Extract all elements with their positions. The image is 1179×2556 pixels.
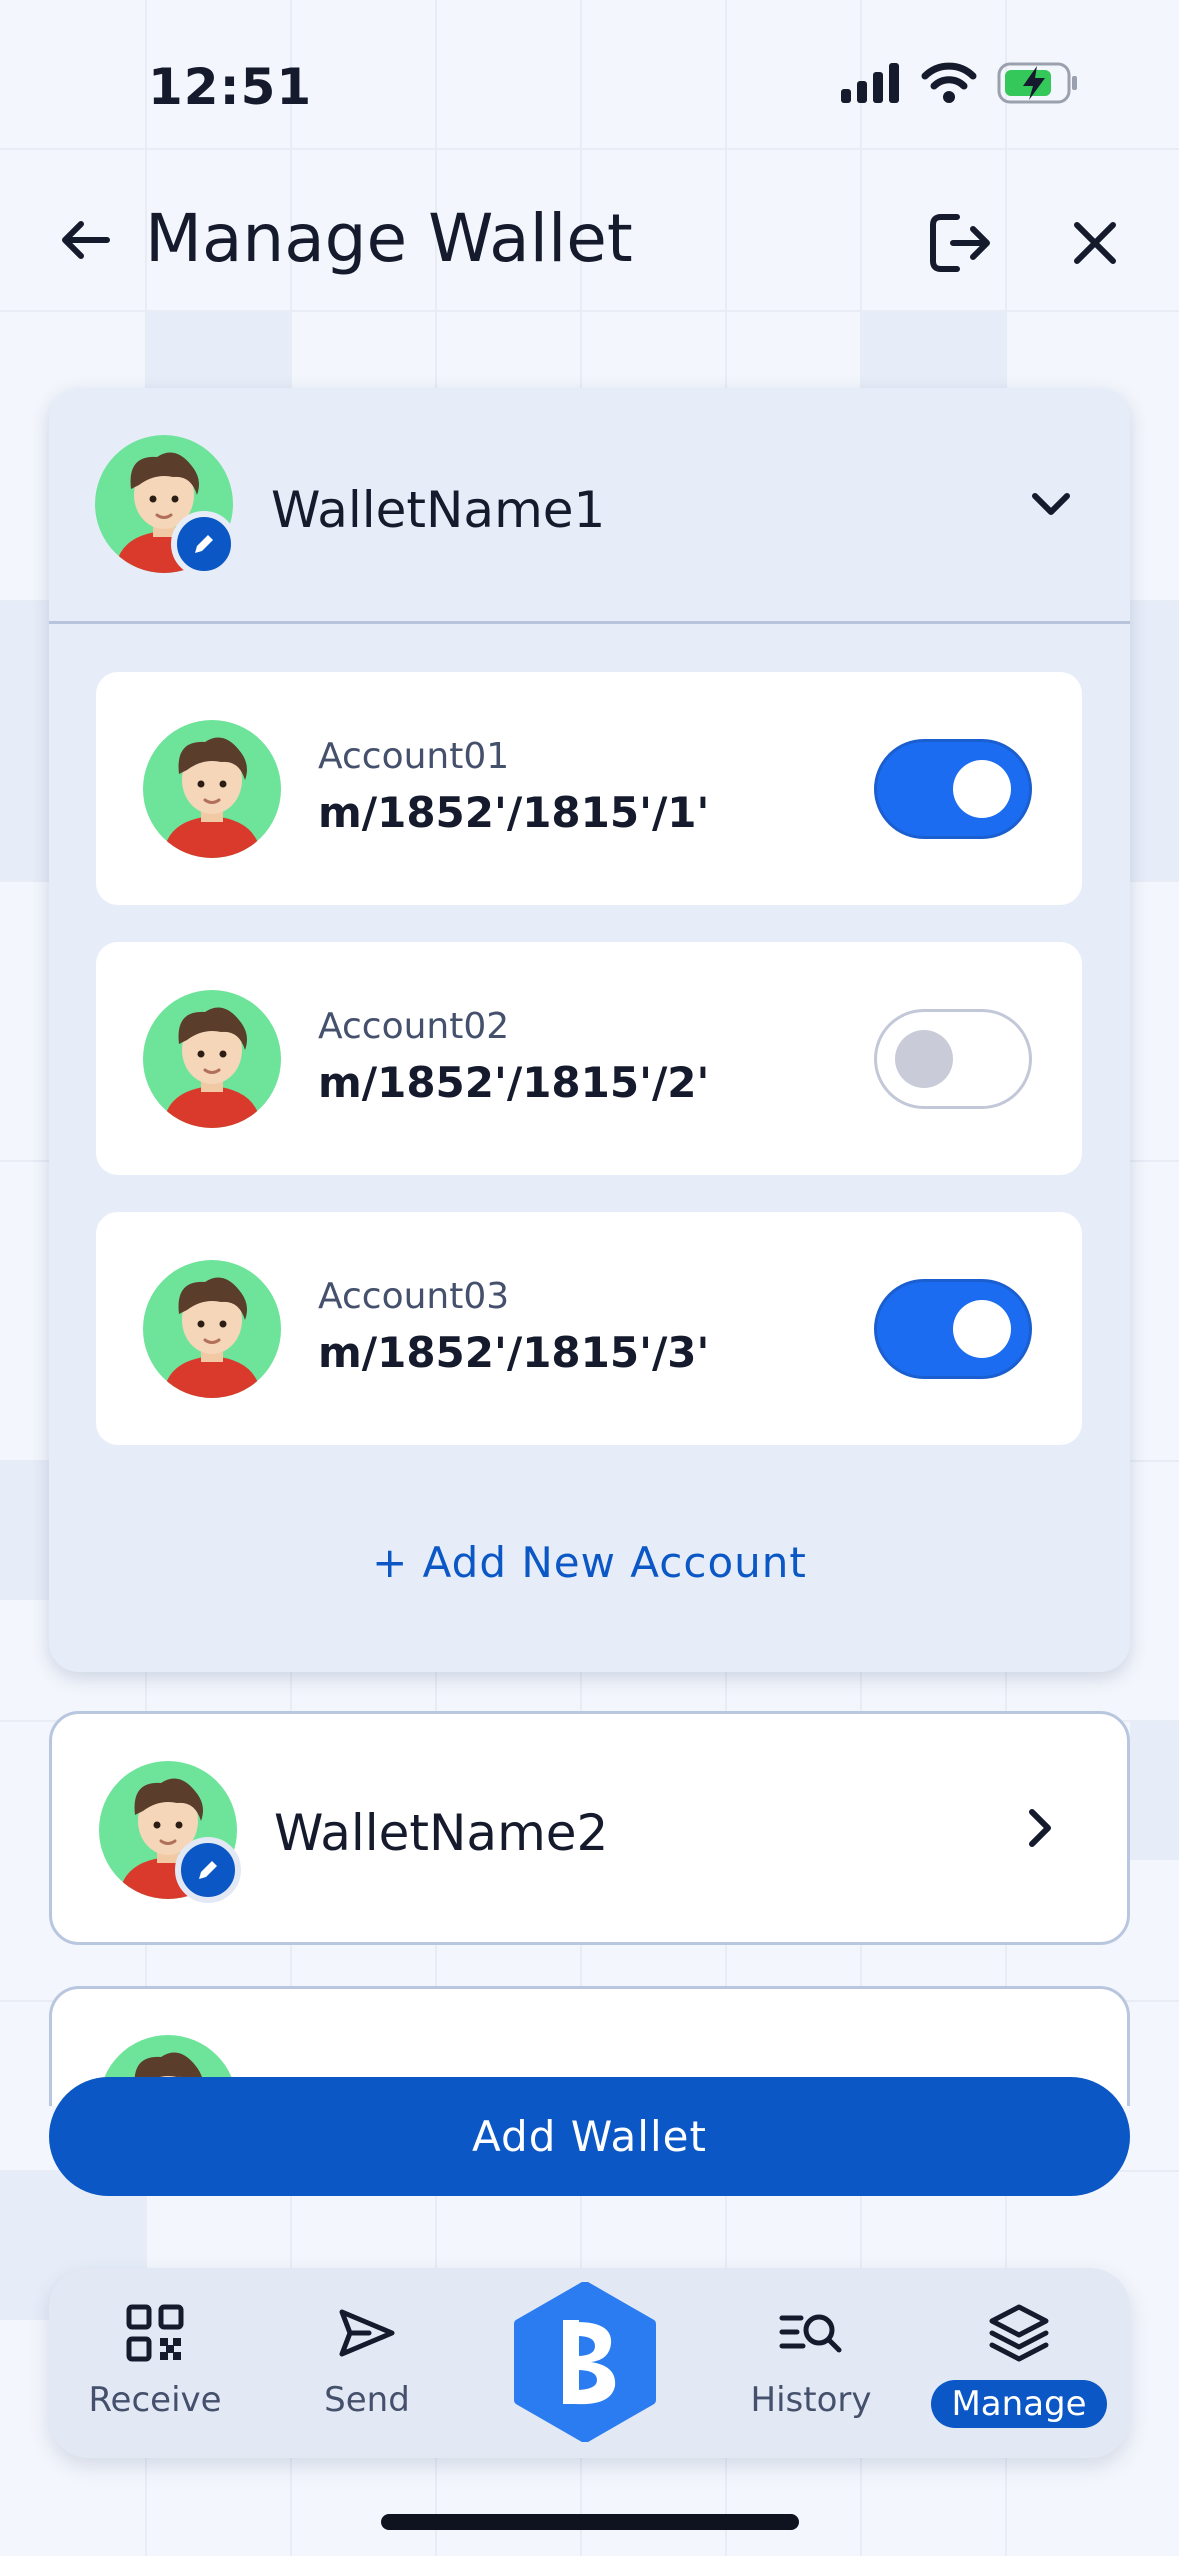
edit-avatar-button[interactable] (171, 511, 237, 577)
back-button[interactable] (55, 210, 115, 270)
account-path: m/1852'/1815'/2' (318, 1058, 710, 1107)
nav-label: Send (324, 2380, 410, 2420)
account-row[interactable]: Account03 m/1852'/1815'/3' (96, 1212, 1082, 1445)
account-toggle[interactable] (874, 1279, 1032, 1379)
account-label: Account01 (318, 736, 510, 777)
send-icon (339, 2309, 395, 2357)
account-avatar-icon (143, 1260, 281, 1398)
nav-label-active: Manage (931, 2380, 1107, 2428)
pencil-icon (195, 535, 213, 553)
wallet-name: WalletName2 (274, 1804, 609, 1862)
logout-button[interactable] (925, 208, 995, 278)
bottom-nav: Receive Send History Manage (49, 2268, 1130, 2458)
toggle-knob (895, 1030, 953, 1088)
home-logo-button[interactable] (505, 2281, 665, 2443)
toggle-knob (953, 1300, 1011, 1358)
layers-icon (989, 2304, 1049, 2362)
add-wallet-button[interactable]: Add Wallet (49, 2077, 1130, 2196)
add-new-account-link[interactable]: + Add New Account (49, 1538, 1130, 1587)
pencil-icon (199, 1861, 217, 1879)
chevron-down-icon[interactable] (1029, 486, 1073, 522)
cellular-signal-icon (841, 63, 899, 103)
account-path: m/1852'/1815'/3' (318, 1328, 710, 1377)
account-toggle[interactable] (874, 739, 1032, 839)
edit-avatar-button[interactable] (175, 1837, 241, 1903)
qr-code-icon (126, 2304, 184, 2362)
wifi-icon (921, 62, 977, 103)
logout-icon (930, 214, 990, 272)
nav-item-manage[interactable]: Manage (931, 2268, 1107, 2458)
chevron-right-icon[interactable] (1022, 1806, 1058, 1850)
account-row[interactable]: Account02 m/1852'/1815'/2' (96, 942, 1082, 1175)
nav-item-receive[interactable]: Receive (69, 2268, 241, 2458)
arrow-left-icon (62, 221, 110, 259)
toggle-knob (953, 760, 1011, 818)
nav-label: History (750, 2380, 872, 2420)
nav-label: Receive (88, 2380, 222, 2420)
wallet-avatar[interactable] (95, 435, 237, 577)
wallet-name: WalletName1 (271, 481, 606, 539)
wallet-card-collapsed[interactable]: WalletName2 (49, 1711, 1130, 1945)
nav-item-send[interactable]: Send (281, 2268, 453, 2458)
account-label: Account03 (318, 1276, 510, 1317)
wallet-avatar[interactable] (99, 1761, 241, 1903)
brand-logo-icon (514, 2281, 656, 2443)
account-row[interactable]: Account01 m/1852'/1815'/1' (96, 672, 1082, 905)
nav-item-history[interactable]: History (725, 2268, 897, 2458)
status-time: 12:51 (148, 58, 313, 116)
wallet-header[interactable]: WalletName1 (49, 388, 1130, 624)
status-icons (841, 62, 1079, 104)
home-indicator (381, 2514, 799, 2530)
account-label: Account02 (318, 1006, 510, 1047)
battery-charging-icon (997, 62, 1077, 104)
history-search-icon (779, 2314, 842, 2353)
account-path: m/1852'/1815'/1' (318, 788, 710, 837)
account-toggle[interactable] (874, 1009, 1032, 1109)
account-avatar-icon (143, 720, 281, 858)
account-avatar-icon (143, 990, 281, 1128)
close-button[interactable] (1065, 213, 1125, 273)
close-icon (1074, 222, 1116, 264)
page-title: Manage Wallet (145, 200, 633, 277)
wallet-card-expanded: WalletName1 Account01 m/1852'/1815'/1' A… (49, 388, 1130, 1672)
